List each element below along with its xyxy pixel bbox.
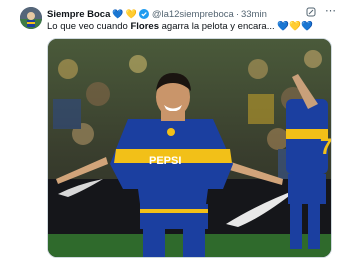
- verified-badge-icon: [138, 9, 149, 19]
- tweet-text-bold: Flores: [130, 21, 159, 32]
- avatar[interactable]: [20, 7, 42, 29]
- separator: ·: [235, 8, 239, 20]
- tweet-text-end: agarra la pelota y encara...: [158, 21, 275, 32]
- author-name[interactable]: Siempre Boca: [47, 9, 110, 20]
- jersey-sponsor-text: PEPSI: [149, 155, 181, 167]
- tweet-text: Lo que veo cuando Flores agarra la pelot…: [47, 21, 313, 32]
- tweet-header: Siempre Boca 💙 💛 @la12siempreboca · 33mi…: [47, 7, 267, 21]
- more-icon[interactable]: ⋯: [325, 6, 336, 17]
- blue-heart-emoji: 💙: [112, 8, 124, 19]
- yellow-heart-emoji: 💛: [125, 8, 137, 19]
- tweet-actions-top: ⋯: [306, 6, 336, 17]
- author-handle[interactable]: @la12siempreboca: [152, 9, 234, 20]
- emoji-blue-heart-2: 💙: [300, 21, 313, 32]
- teammate-number: 7: [320, 134, 331, 159]
- tweet-media-image[interactable]: 7 PEPSI: [47, 38, 332, 258]
- emoji-yellow-heart: 💛: [289, 21, 301, 32]
- emoji-blue-heart: 💙: [277, 21, 290, 32]
- tweet-text-start: Lo que veo cuando: [47, 21, 131, 32]
- grok-icon[interactable]: [306, 7, 316, 17]
- tweet-time[interactable]: 33min: [241, 9, 267, 20]
